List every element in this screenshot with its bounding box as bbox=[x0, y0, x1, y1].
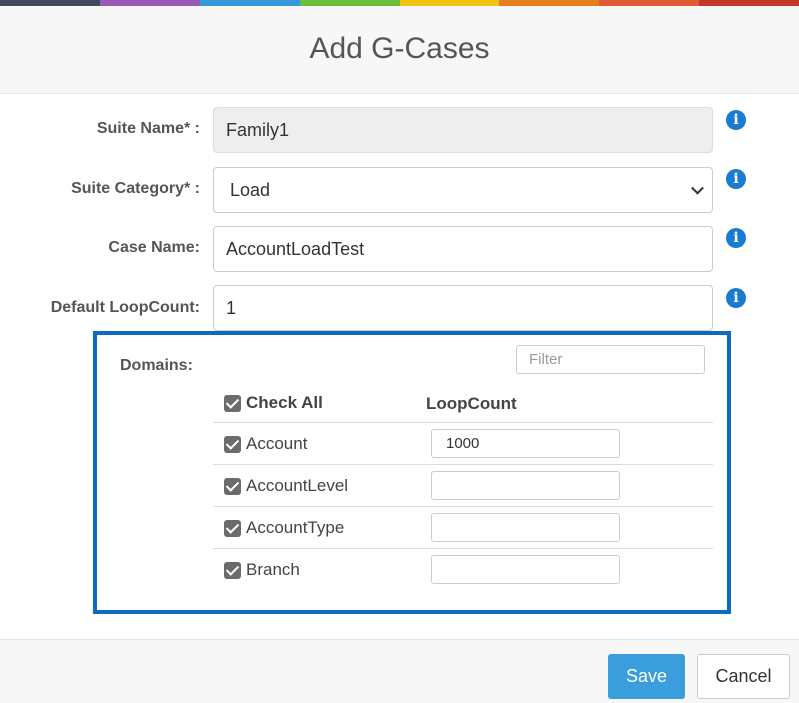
default-loopcount-input[interactable]: 1 bbox=[213, 285, 713, 331]
check-all[interactable]: Check All bbox=[224, 393, 323, 413]
domain-row-accountlevel[interactable]: AccountLevel bbox=[224, 476, 348, 496]
row-divider bbox=[213, 422, 713, 423]
row-divider bbox=[213, 548, 713, 549]
domain-checkbox[interactable] bbox=[224, 519, 241, 537]
suite-category-label: Suite Category* : bbox=[71, 180, 200, 197]
default-loopcount-label: Default LoopCount: bbox=[50, 299, 200, 316]
case-name-input[interactable]: AccountLoadTest bbox=[213, 226, 713, 272]
chevron-down-icon bbox=[691, 181, 704, 195]
suite-name-info-icon[interactable]: i bbox=[726, 110, 746, 130]
domain-name: Branch bbox=[246, 560, 300, 579]
check-all-label: Check All bbox=[246, 393, 323, 412]
domain-checkbox[interactable] bbox=[224, 561, 241, 579]
domain-name: Account bbox=[246, 434, 308, 453]
domain-filter-input[interactable]: Filter bbox=[516, 345, 705, 374]
default-loopcount-info-icon[interactable]: i bbox=[726, 288, 746, 308]
domain-loopcount-input[interactable] bbox=[431, 471, 620, 500]
case-name-label: Case Name: bbox=[108, 239, 200, 256]
row-divider bbox=[213, 464, 713, 465]
row-divider bbox=[213, 506, 713, 507]
suite-category-select[interactable]: Load bbox=[213, 167, 713, 213]
domain-name: AccountLevel bbox=[246, 476, 349, 495]
domain-loopcount-input[interactable] bbox=[431, 513, 620, 542]
modal-title: Add G-Cases bbox=[309, 32, 490, 65]
domains-label: Domains: bbox=[120, 357, 193, 374]
save-button[interactable]: Save bbox=[608, 654, 685, 699]
cancel-button[interactable]: Cancel bbox=[697, 654, 790, 699]
domain-checkbox[interactable] bbox=[224, 477, 241, 495]
domain-checkbox[interactable] bbox=[224, 435, 241, 453]
domain-loopcount-input[interactable] bbox=[431, 555, 620, 584]
suite-category-info-icon[interactable]: i bbox=[726, 169, 746, 189]
modal-header: Add G-Cases bbox=[0, 6, 799, 94]
check-all-checkbox[interactable] bbox=[224, 394, 241, 412]
domain-row-branch[interactable]: Branch bbox=[224, 560, 300, 580]
domain-row-accounttype[interactable]: AccountType bbox=[224, 518, 344, 538]
domain-name: AccountType bbox=[246, 518, 345, 537]
case-name-info-icon[interactable]: i bbox=[726, 228, 746, 248]
suite-category-value: Load bbox=[230, 179, 271, 200]
domain-loopcount-input[interactable]: 1000 bbox=[431, 429, 620, 458]
loopcount-column-header: LoopCount bbox=[426, 394, 517, 413]
suite-name-label: Suite Name* : bbox=[96, 120, 200, 137]
domain-row-account[interactable]: Account bbox=[224, 434, 307, 454]
suite-name-field: Family1 bbox=[213, 107, 713, 153]
